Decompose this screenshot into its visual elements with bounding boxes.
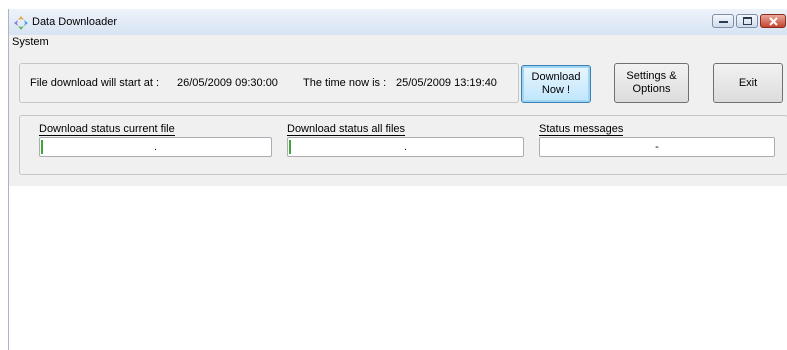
- app-icon: [13, 15, 29, 31]
- settings-options-button[interactable]: Settings & Options: [614, 63, 689, 103]
- title-bar[interactable]: Data Downloader: [9, 9, 787, 35]
- status-messages-field[interactable]: -: [539, 137, 775, 157]
- current-file-progress-fill: [41, 140, 43, 154]
- app-window: Data Downloader System File download wil…: [8, 9, 787, 350]
- menu-bar: System: [9, 35, 787, 49]
- schedule-group: File download will start at : 26/05/2009…: [19, 63, 519, 103]
- minimize-button[interactable]: [712, 14, 734, 28]
- start-time-value: 26/05/2009 09:30:00: [177, 77, 278, 89]
- download-now-button[interactable]: Download Now !: [521, 65, 591, 103]
- window-title: Data Downloader: [32, 16, 117, 28]
- status-messages-label: Status messages: [539, 123, 624, 136]
- current-file-progress-bar: .: [39, 137, 272, 157]
- close-button[interactable]: [760, 14, 786, 28]
- current-file-status-label: Download status current file: [39, 123, 175, 136]
- main-panel: File download will start at : 26/05/2009…: [9, 49, 787, 186]
- all-files-progress-fill: [289, 140, 291, 154]
- start-time-label: File download will start at :: [30, 77, 159, 89]
- all-files-status-label: Download status all files: [287, 123, 406, 136]
- download-button-line1: Download: [531, 71, 581, 83]
- download-button-line2: Now !: [541, 84, 571, 96]
- exit-button[interactable]: Exit: [713, 63, 783, 103]
- maximize-button[interactable]: [736, 14, 758, 28]
- current-time-label: The time now is :: [303, 77, 387, 89]
- current-time-value: 25/05/2009 13:19:40: [396, 77, 497, 89]
- settings-button-line1: Settings &: [626, 70, 677, 82]
- close-icon: [769, 17, 778, 26]
- all-files-progress-bar: .: [287, 137, 524, 157]
- menu-system[interactable]: System: [12, 35, 49, 49]
- settings-button-line2: Options: [632, 83, 671, 95]
- status-group: Download status current file . Download …: [19, 115, 787, 175]
